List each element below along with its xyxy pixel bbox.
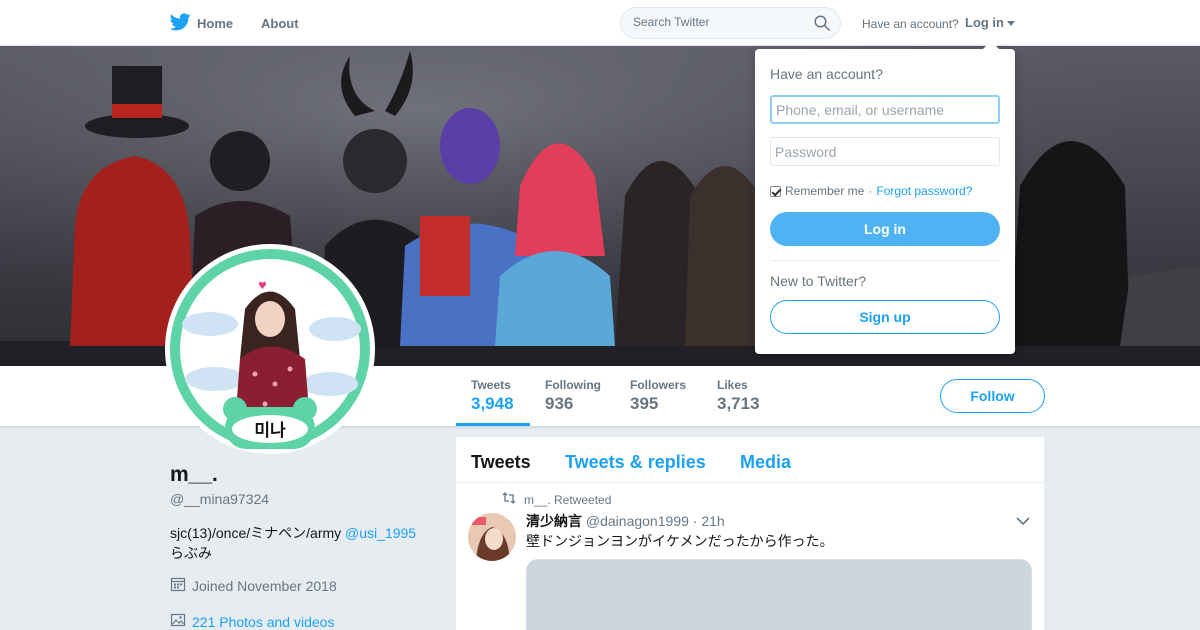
- remember-me-checkbox[interactable]: [770, 185, 781, 197]
- password-input[interactable]: [770, 137, 1000, 166]
- search-icon[interactable]: [814, 15, 830, 36]
- calendar-icon: [170, 576, 186, 595]
- profile-handle: @__mina97324: [170, 491, 270, 507]
- nav-home-link[interactable]: Home: [169, 13, 234, 34]
- stat-value: 395: [630, 394, 659, 413]
- stat-label: Tweets: [471, 378, 511, 392]
- stat-followers[interactable]: Followers 395: [630, 378, 686, 414]
- joined-text: Joined November 2018: [192, 577, 337, 594]
- login-dropdown-toggle[interactable]: Log in: [965, 15, 1015, 30]
- login-dropdown-title: Have an account?: [770, 66, 883, 82]
- remember-me-label[interactable]: Remember me: [785, 184, 864, 198]
- tweet-author-handle[interactable]: @dainagon1999: [586, 513, 689, 529]
- stat-label: Likes: [717, 378, 748, 392]
- tweet-text: 壁ドンジョンヨンがイケメンだったから作った。: [526, 533, 834, 549]
- twitter-bird-icon: [169, 13, 191, 34]
- remember-me-row: Remember me · Forgot password?: [770, 184, 972, 198]
- new-to-twitter-text: New to Twitter?: [770, 273, 867, 289]
- divider: [770, 260, 1000, 261]
- timeline-tabs: Tweets Tweets & replies Media: [456, 437, 1044, 483]
- signup-button[interactable]: Sign up: [770, 300, 1000, 334]
- bio-text: sjc(13)/once/ミナペン/army: [170, 525, 346, 541]
- photos-videos-link[interactable]: 221 Photos and videos: [170, 612, 334, 630]
- separator-dot: ·: [868, 184, 873, 198]
- username-input[interactable]: [770, 95, 1000, 124]
- profile-bio: sjc(13)/once/ミナペン/army @usi_1995 らぶみ: [170, 523, 440, 563]
- avatar-name-text: 미나: [254, 421, 286, 441]
- stat-likes[interactable]: Likes 3,713: [717, 378, 760, 414]
- tab-media[interactable]: Media: [740, 452, 791, 473]
- nav-about-link[interactable]: About: [261, 16, 299, 31]
- retweeted-by-text[interactable]: m__. Retweeted: [524, 493, 611, 507]
- joined-date: Joined November 2018: [170, 576, 337, 595]
- top-navigation: Home About Have an account? Log in: [0, 0, 1200, 46]
- stat-label: Following: [545, 378, 601, 392]
- retweeted-context: m__. Retweeted: [502, 492, 611, 507]
- search-box: [620, 7, 841, 39]
- profile-name[interactable]: m__.: [170, 463, 218, 487]
- nav-home-label: Home: [197, 16, 234, 31]
- tweet-author-avatar[interactable]: [468, 513, 516, 561]
- avatar[interactable]: ♥ 미나: [165, 244, 375, 454]
- stat-following[interactable]: Following 936: [545, 378, 601, 414]
- caret-down-icon: [1007, 21, 1015, 27]
- search-input[interactable]: [633, 15, 803, 29]
- dropdown-arrow: [983, 41, 999, 49]
- chevron-down-icon[interactable]: [1016, 513, 1030, 531]
- have-account-text: Have an account?: [862, 17, 959, 31]
- active-stat-underline: [456, 423, 530, 426]
- retweet-icon: [502, 492, 516, 507]
- tweet-timestamp[interactable]: · 21h: [693, 513, 725, 529]
- login-dropdown: Have an account? Remember me · Forgot pa…: [755, 41, 1015, 354]
- bio-mention-link[interactable]: @usi_1995: [345, 525, 416, 541]
- tweet-author-name[interactable]: 清少納言: [526, 513, 582, 529]
- stat-label: Followers: [630, 378, 687, 392]
- stat-tweets[interactable]: Tweets 3,948: [471, 378, 514, 414]
- stat-value: 3,713: [717, 394, 760, 413]
- bio-line-2: らぶみ: [170, 545, 212, 561]
- follow-button[interactable]: Follow: [940, 379, 1045, 413]
- login-toggle-label: Log in: [965, 15, 1004, 30]
- tweet-media[interactable]: [526, 559, 1032, 630]
- svg-text:♥: ♥: [258, 281, 267, 292]
- timeline: Tweets Tweets & replies Media m__. Retwe…: [456, 437, 1044, 630]
- stat-value: 936: [545, 394, 574, 413]
- tweet-header: 清少納言 @dainagon1999 · 21h: [526, 511, 725, 531]
- photos-label: 221 Photos and videos: [192, 613, 335, 630]
- tab-tweets[interactable]: Tweets: [471, 452, 531, 473]
- login-button[interactable]: Log in: [770, 212, 1000, 246]
- image-icon: [170, 612, 186, 630]
- stat-value: 3,948: [471, 394, 514, 413]
- tab-tweets-replies[interactable]: Tweets & replies: [565, 452, 706, 473]
- forgot-password-link[interactable]: Forgot password?: [876, 184, 972, 198]
